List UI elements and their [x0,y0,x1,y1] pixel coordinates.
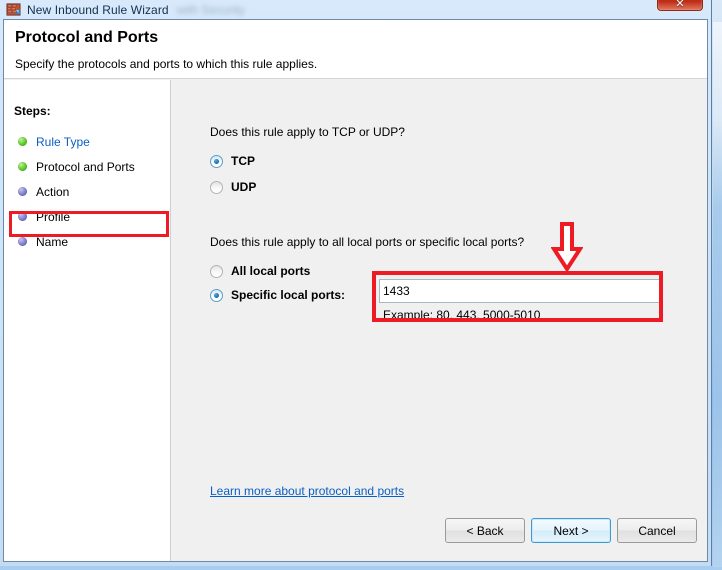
radio-option-specific-local-ports[interactable]: Specific local ports: [210,287,345,303]
radio-option-all-local-ports[interactable]: All local ports [210,263,310,279]
sidebar-item-name[interactable]: Name [4,229,171,254]
main-content: Does this rule apply to TCP or UDP? TCP … [172,80,707,561]
sidebar-item-rule-type[interactable]: Rule Type [4,129,171,154]
step-bullet-icon [18,137,27,146]
step-bullet-icon [18,237,27,246]
next-button[interactable]: Next > [531,518,611,543]
radio-option-tcp[interactable]: TCP [210,153,255,169]
page-subtitle: Specify the protocols and ports to which… [15,57,318,71]
wizard-header: Protocol and Ports Specify the protocols… [4,20,707,79]
desktop-right-edge [713,22,722,567]
steps-list: Rule Type Protocol and Ports Action Prof… [4,129,171,254]
radio-tcp-label: TCP [231,154,255,168]
page-title: Protocol and Ports [15,29,159,46]
firewall-icon [6,2,21,17]
steps-sidebar: Steps: Rule Type Protocol and Ports Acti… [4,80,171,561]
step-bullet-icon [18,162,27,171]
radio-tcp-indicator[interactable] [210,154,223,168]
title-bar: New Inbound Rule Wizard with Security [0,0,712,20]
sidebar-item-label: Protocol and Ports [36,159,135,174]
question-ports: Does this rule apply to all local ports … [210,235,525,249]
sidebar-item-profile[interactable]: Profile [4,204,171,229]
question-protocol: Does this rule apply to TCP or UDP? [210,125,405,139]
step-bullet-icon [18,212,27,221]
radio-udp-label: UDP [231,180,257,194]
radio-udp-indicator[interactable] [210,180,223,194]
cancel-button[interactable]: Cancel [617,518,697,543]
wizard-window: New Inbound Rule Wizard with Security ✕ … [0,0,712,566]
radio-specific-ports-indicator[interactable] [210,288,223,302]
radio-option-udp[interactable]: UDP [210,179,256,195]
radio-all-ports-indicator[interactable] [210,264,223,278]
dialog-footer: < Back Next > Cancel [172,501,707,561]
window-title-blurred-suffix: with Security [176,3,245,17]
close-icon: ✕ [675,0,685,10]
radio-specific-ports-label: Specific local ports: [231,288,346,302]
back-button[interactable]: < Back [445,518,525,543]
learn-more-link[interactable]: Learn more about protocol and ports [210,484,404,498]
port-input-wrapper [379,279,660,303]
window-title: New Inbound Rule Wizard [27,3,169,17]
close-button[interactable]: ✕ [657,0,703,11]
sidebar-item-label: Name [36,234,69,249]
specific-local-ports-input[interactable] [379,279,660,303]
sidebar-item-label: Profile [36,209,71,224]
sidebar-item-protocol-and-ports[interactable]: Protocol and Ports [4,154,171,179]
steps-heading: Steps: [14,104,51,118]
annotation-down-arrow-icon [550,222,584,273]
sidebar-item-action[interactable]: Action [4,179,171,204]
radio-all-ports-label: All local ports [231,264,311,278]
sidebar-item-label: Rule Type [36,134,90,149]
sidebar-item-label: Action [36,184,70,199]
step-bullet-icon [18,187,27,196]
dialog-client-area: Protocol and Ports Specify the protocols… [3,19,708,562]
port-example-hint: Example: 80, 443, 5000-5010 [383,308,541,322]
